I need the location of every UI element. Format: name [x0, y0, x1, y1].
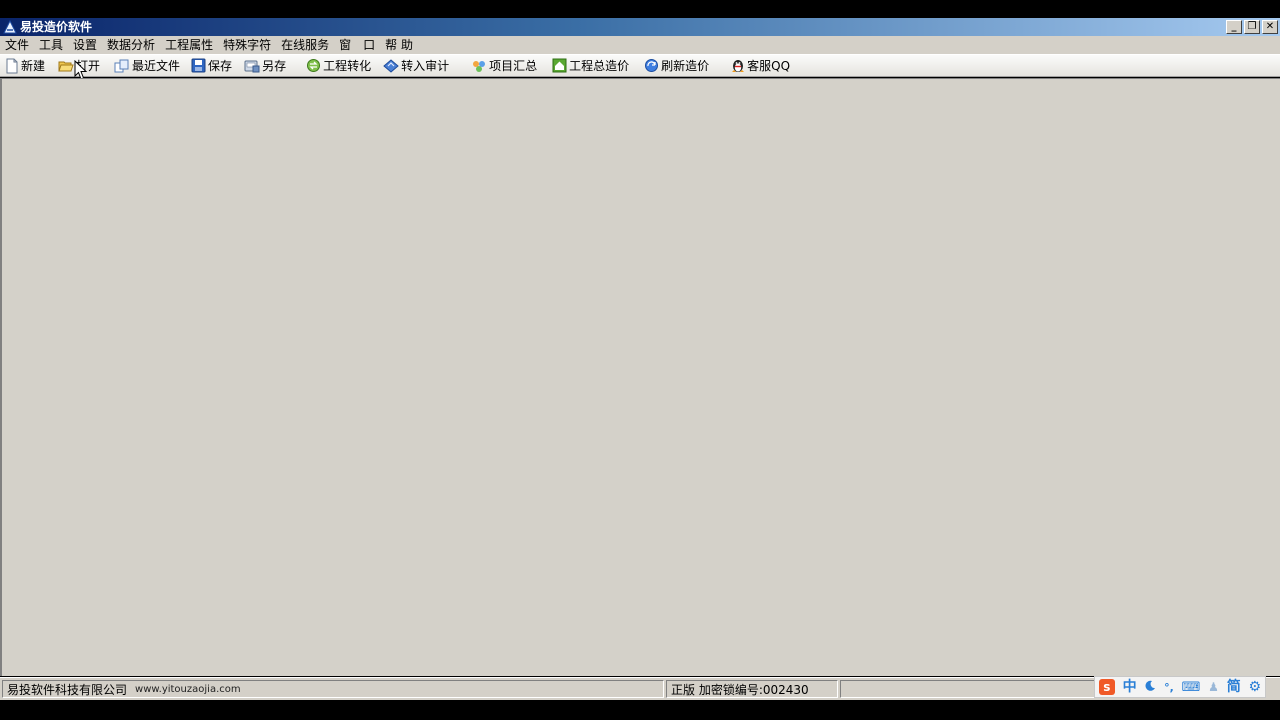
save-disk-icon — [191, 58, 206, 73]
toolbar: 新建 打开 最近文件 保存 另存 工程转化 转入审计 项目汇总 工程总造价 刷新… — [0, 55, 1280, 77]
recent-files-button[interactable]: 最近文件 — [111, 56, 183, 76]
total-cost-button[interactable]: 工程总造价 — [549, 56, 632, 76]
menu-settings[interactable]: 设置 — [68, 36, 102, 55]
workspace-area[interactable] — [0, 78, 1280, 676]
refresh-cost-button[interactable]: 刷新造价 — [641, 56, 712, 76]
status-company-pane: 易投软件科技有限公司 www.yitouzaojia.com — [2, 680, 664, 698]
close-button[interactable]: ✕ — [1262, 20, 1278, 34]
total-cost-label: 工程总造价 — [569, 59, 630, 73]
recent-files-label: 最近文件 — [132, 59, 181, 73]
home-icon — [552, 58, 567, 73]
summary-icon — [473, 60, 486, 72]
project-summary-label: 项目汇总 — [489, 59, 538, 73]
window-title: 易投造价软件 — [20, 20, 93, 34]
menu-file[interactable]: 文件 — [0, 36, 34, 55]
customer-service-qq-button[interactable]: 客服QQ — [728, 56, 793, 76]
customer-service-qq-label: 客服QQ — [747, 59, 791, 73]
save-as-icon — [244, 60, 260, 72]
menu-data-analysis[interactable]: 数据分析 — [102, 36, 160, 55]
refresh-cost-label: 刷新造价 — [661, 59, 710, 73]
ime-simplified[interactable]: 简 — [1227, 680, 1241, 694]
new-label: 新建 — [21, 59, 46, 73]
project-summary-button[interactable]: 项目汇总 — [468, 56, 540, 76]
close-icon: ✕ — [1265, 21, 1275, 32]
status-bar: 易投软件科技有限公司 www.yitouzaojia.com 正版 加密锁编号:… — [0, 677, 1280, 700]
menu-window[interactable]: 窗 口 — [334, 36, 380, 55]
qq-penguin-icon — [732, 60, 745, 72]
license-info: 正版 加密锁编号:002430 — [671, 682, 809, 697]
keyboard-icon[interactable]: ⌨ — [1182, 681, 1201, 694]
import-audit-label: 转入审计 — [401, 59, 450, 73]
menu-help[interactable]: 帮 助 — [380, 36, 418, 55]
convert-icon — [307, 59, 321, 72]
menu-special-chars[interactable]: 特殊字符 — [218, 36, 276, 55]
save-as-button[interactable]: 另存 — [241, 56, 289, 76]
menu-tools[interactable]: 工具 — [34, 36, 68, 55]
menu-online-service[interactable]: 在线服务 — [276, 36, 334, 55]
website-url: www.yitouzaojia.com — [135, 683, 241, 695]
ime-toolbar: s 中 °, ⌨ ♟ 简 ⚙ — [1094, 676, 1266, 698]
menu-project-properties[interactable]: 工程属性 — [160, 36, 218, 55]
refresh-icon — [645, 59, 659, 72]
ime-punctuation[interactable]: °, — [1164, 682, 1174, 693]
open-folder-icon — [58, 61, 74, 71]
import-audit-button[interactable]: 转入审计 — [380, 56, 452, 76]
screen: 易投造价软件 _ ❐ ✕ 文件 工具 设置 数据分析 工程属性 特殊字符 在线服… — [0, 0, 1280, 720]
new-button[interactable]: 新建 — [2, 56, 48, 76]
window-controls: _ ❐ ✕ — [1226, 20, 1278, 34]
minimize-icon: _ — [1231, 21, 1237, 32]
title-bar[interactable]: 易投造价软件 _ ❐ ✕ — [0, 18, 1280, 36]
ime-width-moon-icon[interactable] — [1144, 680, 1156, 695]
sogou-logo-letter: s — [1103, 680, 1111, 694]
ime-chinese-mode[interactable]: 中 — [1123, 680, 1137, 694]
restore-icon: ❐ — [1247, 21, 1257, 32]
user-icon[interactable]: ♟ — [1208, 681, 1219, 693]
project-convert-button[interactable]: 工程转化 — [303, 56, 374, 76]
company-name: 易投软件科技有限公司 — [7, 682, 128, 697]
settings-gear-icon[interactable]: ⚙ — [1248, 680, 1261, 694]
import-audit-icon — [383, 58, 399, 73]
app-logo-icon — [3, 20, 17, 34]
save-label: 保存 — [208, 59, 233, 73]
new-file-icon — [6, 58, 18, 73]
screen-bottom-border — [0, 700, 1280, 720]
project-convert-label: 工程转化 — [323, 59, 372, 73]
sogou-logo-icon[interactable]: s — [1098, 679, 1115, 695]
menu-bar: 文件 工具 设置 数据分析 工程属性 特殊字符 在线服务 窗 口 帮 助 — [0, 36, 1280, 55]
recent-files-icon — [114, 59, 129, 72]
status-empty-pane — [840, 680, 1096, 698]
minimize-button[interactable]: _ — [1226, 20, 1242, 34]
status-license-pane: 正版 加密锁编号:002430 — [666, 680, 838, 698]
save-as-label: 另存 — [262, 59, 287, 73]
save-button[interactable]: 保存 — [188, 56, 235, 76]
restore-button[interactable]: ❐ — [1244, 20, 1260, 34]
